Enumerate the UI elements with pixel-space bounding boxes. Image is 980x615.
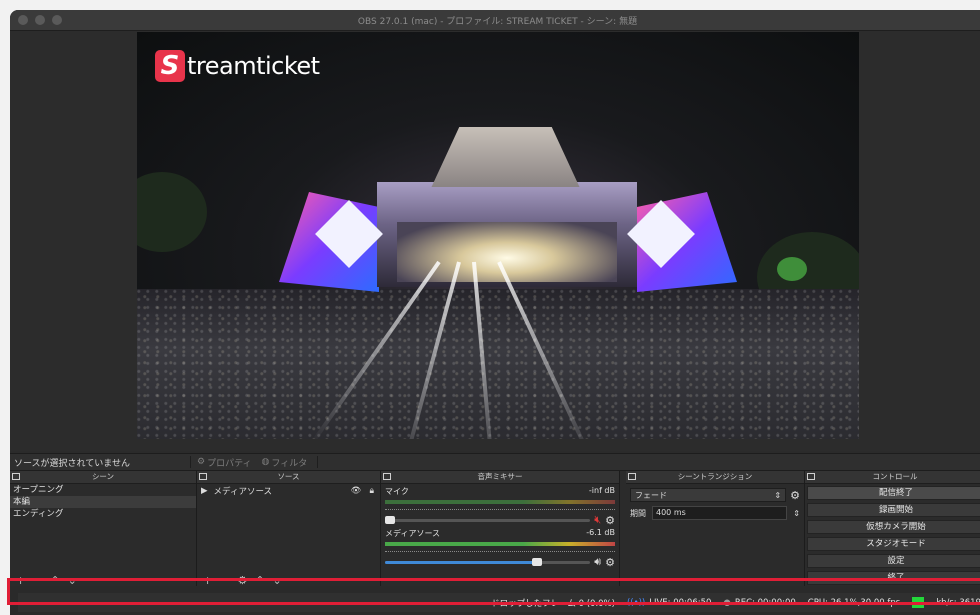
remove-source-icon[interactable]: − — [220, 575, 229, 586]
studio-mode-button[interactable]: スタジオモード — [807, 537, 980, 551]
move-down-icon[interactable]: ⌄ — [273, 575, 282, 586]
sources-dock: ソース ▶ メディアソース 👁 🔒︎ + − ⚙ ⌃ ⌄ — [197, 471, 381, 586]
start-recording-button[interactable]: 録画開始 — [807, 503, 980, 517]
float-dock-icon[interactable] — [199, 473, 207, 480]
track-name: マイク — [385, 487, 409, 496]
logo-mark: S — [155, 50, 185, 82]
scene-item-main[interactable]: 本編 — [10, 496, 196, 508]
track-db: -inf dB — [588, 486, 615, 495]
rec-time: REC: 00:00:00 — [734, 597, 796, 608]
stage-roof — [431, 127, 580, 187]
exit-button[interactable]: 終了 — [807, 571, 980, 585]
scenes-title: シーン — [91, 472, 115, 481]
cpu-fps: CPU: 26.1%,30.00 fps — [807, 597, 901, 608]
preview-area: S treamticket — [10, 31, 980, 451]
network-health-indicator — [912, 597, 925, 608]
transition-select[interactable]: フェード ⇕ — [630, 488, 787, 502]
transitions-title: シーントランジション — [677, 472, 753, 481]
chevron-updown-icon: ⇕ — [774, 490, 782, 500]
float-dock-icon[interactable] — [12, 473, 20, 480]
status-bar: ドロップしたフレーム 0 (0.0%) ((•)) LIVE: 00:06:50… — [10, 586, 980, 615]
move-up-icon[interactable]: ⌃ — [50, 575, 59, 586]
live-broadcast-icon: ((•)) — [626, 597, 646, 608]
audio-mixer-dock: 音声ミキサー マイク -inf dB 🔇︎ ⚙ メディアソース -6.1 dB — [381, 471, 620, 586]
context-status: ソースが選択されていません — [14, 458, 131, 469]
gear-icon[interactable]: ⚙ — [790, 489, 800, 502]
scenes-dock: シーン オープニング 本編 エンディング + − ⌃ ⌄ — [10, 471, 197, 586]
track-name: メディアソース — [385, 529, 441, 538]
duration-label: 期間 — [630, 508, 646, 518]
float-dock-icon[interactable] — [628, 473, 636, 480]
title-bar: OBS 27.0.1 (mac) - プロファイル: STREAM TICKET… — [10, 10, 980, 31]
volume-fader[interactable] — [385, 515, 591, 524]
move-up-icon[interactable]: ⌃ — [255, 575, 264, 586]
bitrate: kb/s: 3619 — [936, 597, 980, 608]
duration-input[interactable]: 400 ms — [652, 506, 788, 520]
start-virtual-camera-button[interactable]: 仮想カメラ開始 — [807, 520, 980, 534]
sources-title: ソース — [277, 472, 300, 481]
volume-meter — [385, 542, 615, 546]
gear-icon[interactable]: ⚙ — [605, 514, 615, 527]
muted-speaker-icon[interactable]: 🔇︎ — [594, 513, 601, 527]
filter-icon: ◍ — [261, 457, 270, 467]
volume-meter — [385, 500, 615, 504]
stop-streaming-button[interactable]: 配信終了 — [807, 486, 980, 500]
obs-window: OBS 27.0.1 (mac) - プロファイル: STREAM TICKET… — [10, 10, 980, 615]
filters-button[interactable]: ◍ フィルタ — [262, 456, 308, 469]
mixer-track-media: メディアソース -6.1 dB 🔊︎ ⚙ — [381, 526, 619, 569]
context-bar: ソースが選択されていません ⚙ プロパティ ◍ フィルタ — [10, 453, 980, 471]
dropped-frames: ドロップしたフレーム 0 (0.0%) — [491, 598, 615, 609]
gear-icon[interactable]: ⚙ — [605, 556, 615, 569]
lock-icon[interactable]: 🔒︎ — [369, 486, 374, 496]
crowd-image — [137, 289, 859, 439]
volume-fader[interactable] — [385, 557, 591, 566]
program-preview[interactable]: S treamticket — [137, 32, 859, 439]
speaker-icon[interactable]: 🔊︎ — [594, 555, 601, 569]
eye-icon[interactable]: 👁 — [351, 486, 362, 496]
gear-icon: ⚙ — [197, 457, 206, 467]
scene-list: オープニング 本編 エンディング — [10, 484, 196, 520]
controls-dock: コントロール 配信終了 録画開始 仮想カメラ開始 スタジオモード 設定 終了 — [805, 471, 980, 586]
record-icon: ● — [723, 597, 731, 608]
logo-text: treamticket — [187, 52, 320, 80]
source-item-media[interactable]: ▶ メディアソース 👁 🔒︎ — [197, 484, 380, 497]
float-dock-icon[interactable] — [383, 473, 391, 480]
properties-button[interactable]: ⚙ プロパティ — [197, 456, 252, 469]
controls-title: コントロール — [872, 472, 918, 481]
mixer-track-mic: マイク -inf dB 🔇︎ ⚙ — [381, 484, 619, 527]
source-name: メディアソース — [213, 486, 273, 497]
move-down-icon[interactable]: ⌄ — [68, 575, 77, 586]
streamticket-logo: S treamticket — [155, 50, 320, 82]
scene-item-opening[interactable]: オープニング — [10, 484, 196, 496]
add-scene-icon[interactable]: + — [16, 575, 25, 586]
track-db: -6.1 dB — [586, 528, 615, 537]
settings-button[interactable]: 設定 — [807, 554, 980, 568]
stepper-icon[interactable]: ⇕ — [793, 509, 800, 518]
source-settings-icon[interactable]: ⚙ — [237, 575, 247, 586]
mixer-title: 音声ミキサー — [477, 472, 523, 481]
window-title: OBS 27.0.1 (mac) - プロファイル: STREAM TICKET… — [357, 17, 638, 27]
scene-item-ending[interactable]: エンディング — [10, 508, 196, 520]
scene-transitions-dock: シーントランジション フェード ⇕ ⚙ 期間 400 ms ⇕ — [626, 471, 805, 586]
float-dock-icon[interactable] — [807, 473, 815, 480]
remove-scene-icon[interactable]: − — [33, 575, 42, 586]
add-source-icon[interactable]: + — [203, 575, 212, 586]
live-time: LIVE: 00:06:50 — [649, 597, 712, 608]
